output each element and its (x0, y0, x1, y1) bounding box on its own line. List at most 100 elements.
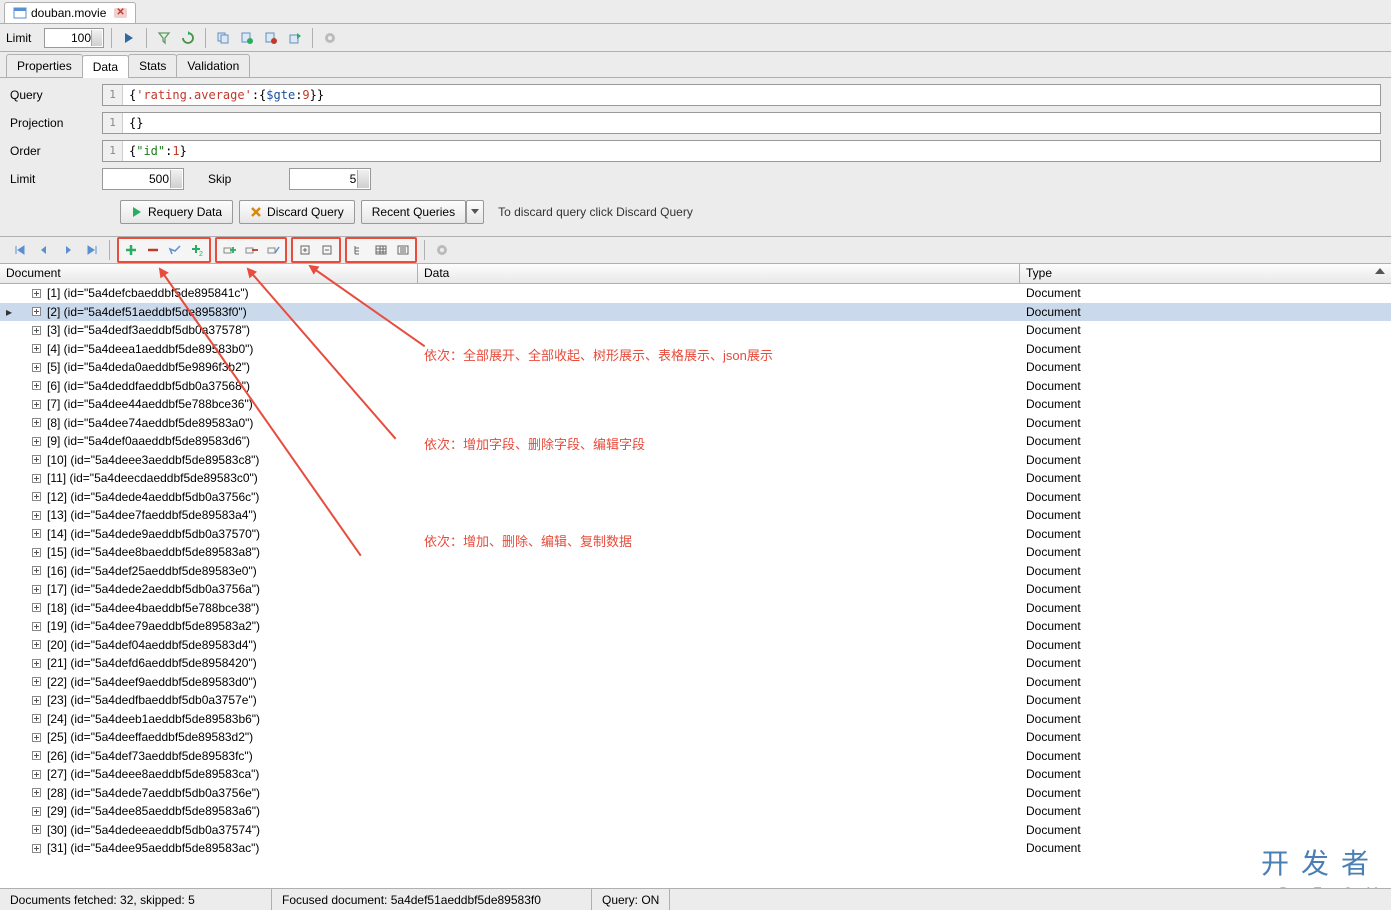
expand-icon[interactable] (32, 400, 41, 409)
query-input[interactable]: 1 {'rating.average':{$gte:9}} (102, 84, 1381, 106)
table-row[interactable]: [1] (id="5a4defcbaeddbf5de895841c")Docum… (0, 284, 1391, 303)
expand-icon[interactable] (32, 825, 41, 834)
limit-spinbox[interactable]: 500 (102, 168, 184, 190)
expand-icon[interactable] (32, 770, 41, 779)
table-view-icon[interactable] (370, 240, 392, 260)
expand-icon[interactable] (32, 844, 41, 853)
expand-icon[interactable] (32, 418, 41, 427)
table-row[interactable]: [25] (id="5a4deeffaeddbf5de89583d2")Docu… (0, 728, 1391, 747)
expand-icon[interactable] (32, 677, 41, 686)
copy-delete-icon[interactable] (261, 28, 281, 48)
expand-icon[interactable] (32, 807, 41, 816)
add-doc-icon[interactable] (120, 240, 142, 260)
tree-view-icon[interactable] (348, 240, 370, 260)
expand-icon[interactable] (32, 585, 41, 594)
table-row[interactable]: [11] (id="5a4deecdaeddbf5de89583c0")Docu… (0, 469, 1391, 488)
table-row[interactable]: [15] (id="5a4dee8baeddbf5de89583a8")Docu… (0, 543, 1391, 562)
expand-icon[interactable] (32, 659, 41, 668)
nav-prev-icon[interactable] (34, 240, 54, 260)
duplicate-doc-icon[interactable]: 2 (186, 240, 208, 260)
tab-validation[interactable]: Validation (176, 54, 250, 77)
expand-icon[interactable] (32, 622, 41, 631)
expand-icon[interactable] (32, 733, 41, 742)
table-row[interactable]: [18] (id="5a4dee4baeddbf5e788bce38")Docu… (0, 599, 1391, 618)
expand-icon[interactable] (32, 566, 41, 575)
table-row[interactable]: [21] (id="5a4defd6aeddbf5de8958420")Docu… (0, 654, 1391, 673)
edit-doc-icon[interactable] (164, 240, 186, 260)
nav-first-icon[interactable] (10, 240, 30, 260)
expand-icon[interactable] (32, 529, 41, 538)
expand-icon[interactable] (32, 714, 41, 723)
skip-spinbox[interactable]: 5 (289, 168, 371, 190)
limit-spinner[interactable]: 100 (44, 28, 104, 48)
expand-icon[interactable] (32, 437, 41, 446)
expand-icon[interactable] (32, 603, 41, 612)
table-row[interactable]: [29] (id="5a4dee85aeddbf5de89583a6")Docu… (0, 802, 1391, 821)
tab-properties[interactable]: Properties (6, 54, 83, 77)
table-row[interactable]: [9] (id="5a4def0aaeddbf5de89583d6")Docum… (0, 432, 1391, 451)
export-icon[interactable] (285, 28, 305, 48)
table-row[interactable]: ▸[2] (id="5a4def51aeddbf5de89583f0")Docu… (0, 303, 1391, 322)
table-row[interactable]: [12] (id="5a4dede4aeddbf5db0a3756c")Docu… (0, 488, 1391, 507)
table-row[interactable]: [10] (id="5a4deee3aeddbf5de89583c8")Docu… (0, 451, 1391, 470)
grid-body[interactable]: [1] (id="5a4defcbaeddbf5de895841c")Docum… (0, 284, 1391, 892)
copy-icon[interactable] (213, 28, 233, 48)
expand-icon[interactable] (32, 788, 41, 797)
table-row[interactable]: [19] (id="5a4dee79aeddbf5de89583a2")Docu… (0, 617, 1391, 636)
copy-add-icon[interactable] (237, 28, 257, 48)
order-input[interactable]: 1 {"id":1} (102, 140, 1381, 162)
table-row[interactable]: [28] (id="5a4dede7aeddbf5db0a3756e")Docu… (0, 784, 1391, 803)
table-row[interactable]: [3] (id="5a4dedf3aeddbf5db0a37578")Docum… (0, 321, 1391, 340)
expand-icon[interactable] (32, 474, 41, 483)
settings-icon[interactable] (320, 28, 340, 48)
refresh-icon[interactable] (178, 28, 198, 48)
table-row[interactable]: [31] (id="5a4dee95aeddbf5de89583ac")Docu… (0, 839, 1391, 858)
recent-button[interactable]: Recent Queries (361, 200, 466, 224)
json-view-icon[interactable] (392, 240, 414, 260)
table-row[interactable]: [22] (id="5a4deef9aeddbf5de89583d0")Docu… (0, 673, 1391, 692)
file-tab[interactable]: douban.movie ✕ (4, 2, 136, 23)
table-row[interactable]: [30] (id="5a4dedeeaeddbf5db0a37574")Docu… (0, 821, 1391, 840)
table-row[interactable]: [24] (id="5a4deeb1aeddbf5de89583b6")Docu… (0, 710, 1391, 729)
expand-icon[interactable] (32, 307, 41, 316)
projection-input[interactable]: 1 {} (102, 112, 1381, 134)
tab-close-icon[interactable]: ✕ (114, 8, 126, 18)
expand-icon[interactable] (32, 289, 41, 298)
column-data[interactable]: Data (418, 264, 1020, 283)
expand-icon[interactable] (32, 548, 41, 557)
add-field-icon[interactable] (218, 240, 240, 260)
expand-icon[interactable] (32, 363, 41, 372)
run-icon[interactable] (119, 28, 139, 48)
expand-icon[interactable] (32, 326, 41, 335)
expand-icon[interactable] (32, 344, 41, 353)
table-row[interactable]: [20] (id="5a4def04aeddbf5de89583d4")Docu… (0, 636, 1391, 655)
table-row[interactable]: [17] (id="5a4dede2aeddbf5db0a3756a")Docu… (0, 580, 1391, 599)
table-row[interactable]: [14] (id="5a4dede9aeddbf5db0a37570")Docu… (0, 525, 1391, 544)
table-row[interactable]: [4] (id="5a4deea1aeddbf5de89583b0")Docum… (0, 340, 1391, 359)
table-row[interactable]: [7] (id="5a4dee44aeddbf5e788bce36")Docum… (0, 395, 1391, 414)
table-row[interactable]: [27] (id="5a4deee8aeddbf5de89583ca")Docu… (0, 765, 1391, 784)
expand-all-icon[interactable] (294, 240, 316, 260)
table-row[interactable]: [13] (id="5a4dee7faeddbf5de89583a4")Docu… (0, 506, 1391, 525)
table-row[interactable]: [5] (id="5a4deda0aeddbf5e9896f3b2")Docum… (0, 358, 1391, 377)
table-row[interactable]: [6] (id="5a4deddfaeddbf5db0a37568")Docum… (0, 377, 1391, 396)
table-row[interactable]: [16] (id="5a4def25aeddbf5de89583e0")Docu… (0, 562, 1391, 581)
expand-icon[interactable] (32, 381, 41, 390)
expand-icon[interactable] (32, 751, 41, 760)
delete-doc-icon[interactable] (142, 240, 164, 260)
table-row[interactable]: [26] (id="5a4def73aeddbf5de89583fc")Docu… (0, 747, 1391, 766)
expand-icon[interactable] (32, 696, 41, 705)
expand-icon[interactable] (32, 640, 41, 649)
column-type[interactable]: Type (1020, 264, 1391, 283)
delete-field-icon[interactable] (240, 240, 262, 260)
discard-button[interactable]: Discard Query (239, 200, 355, 224)
tab-data[interactable]: Data (82, 55, 129, 78)
table-row[interactable]: [23] (id="5a4dedfbaeddbf5db0a3757e")Docu… (0, 691, 1391, 710)
requery-button[interactable]: Requery Data (120, 200, 233, 224)
collapse-all-icon[interactable] (316, 240, 338, 260)
column-document[interactable]: Document (0, 264, 418, 283)
recent-dropdown[interactable] (466, 200, 484, 224)
nav-next-icon[interactable] (58, 240, 78, 260)
edit-field-icon[interactable] (262, 240, 284, 260)
expand-icon[interactable] (32, 455, 41, 464)
